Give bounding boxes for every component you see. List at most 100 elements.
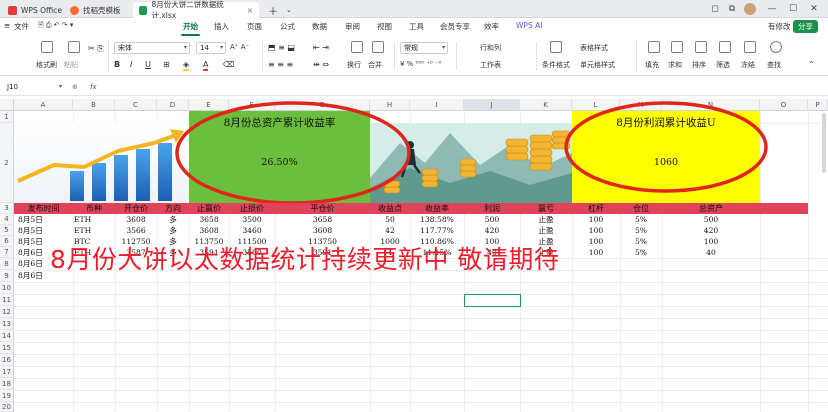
formula-zoom-icon[interactable]: ⊕ — [72, 83, 78, 91]
table-cell[interactable]: 8月5日 — [14, 214, 73, 225]
table-cell[interactable]: 40 — [662, 247, 760, 258]
table-cell[interactable]: 3566 — [115, 225, 157, 236]
hamburger-icon[interactable]: ≡ — [4, 21, 10, 30]
column-header[interactable]: B — [73, 99, 115, 111]
fx-button[interactable]: fx — [90, 83, 97, 91]
number-style-icons[interactable]: ¥ % ⁰⁰⁰ ⁺⁰ ⁻⁰ — [400, 60, 441, 68]
menu-insert[interactable]: 插入 — [214, 21, 229, 32]
table-cell[interactable]: 50 — [370, 214, 410, 225]
maximize-icon[interactable]: ☐ — [787, 3, 799, 15]
collapse-ribbon-icon[interactable]: ⌃ — [808, 60, 815, 69]
table-cell[interactable]: 100 — [662, 236, 760, 247]
fill-icon[interactable] — [648, 41, 660, 53]
menu-review[interactable]: 审阅 — [345, 21, 360, 32]
table-cell[interactable]: 3608 — [275, 225, 370, 236]
row-header[interactable]: 4 — [0, 214, 14, 225]
number-format-select[interactable]: 常规 — [400, 42, 448, 54]
row-header[interactable]: 19 — [0, 390, 14, 402]
fill-label[interactable]: 填充 — [645, 60, 659, 70]
selected-cell[interactable] — [464, 294, 521, 307]
table-cell[interactable]: 100 — [572, 214, 620, 225]
row-header[interactable]: 8 — [0, 258, 14, 270]
minimize-icon[interactable]: — — [766, 3, 778, 15]
select-all-corner[interactable] — [0, 99, 14, 111]
table-style-button[interactable]: 表格样式 — [580, 43, 608, 53]
close-tab-icon[interactable]: × — [247, 6, 253, 15]
border-icon[interactable]: ⊞ — [163, 60, 170, 69]
table-cell[interactable] — [572, 258, 620, 269]
table-cell[interactable]: 3608 — [189, 225, 229, 236]
tab-template[interactable]: 找稻壳模板 — [64, 2, 127, 18]
table-cell[interactable]: 42 — [370, 225, 410, 236]
row-header[interactable]: 20 — [0, 402, 14, 412]
table-cell[interactable]: 5% — [620, 236, 662, 247]
font-name-select[interactable]: 宋体 — [114, 42, 190, 54]
underline-button[interactable]: U — [145, 60, 151, 69]
menu-tools[interactable]: 工具 — [409, 21, 424, 32]
table-cell[interactable] — [572, 270, 620, 281]
cond-format-icon[interactable] — [550, 41, 562, 53]
row-header[interactable]: 7 — [0, 247, 14, 258]
tab-list-chevron-icon[interactable]: ⌄ — [280, 2, 298, 18]
filter-icon[interactable] — [719, 41, 731, 53]
avatar[interactable] — [744, 3, 756, 15]
font-size-select[interactable]: 14 — [196, 42, 226, 54]
table-cell[interactable] — [662, 270, 760, 281]
table-cell[interactable]: 3658 — [189, 214, 229, 225]
menu-efficiency[interactable]: 效率 — [484, 21, 499, 32]
tab-spreadsheet[interactable]: 8月份大饼二饼数据统计.xlsx × — [133, 0, 259, 20]
row-header[interactable]: 18 — [0, 378, 14, 390]
row-header[interactable]: 11 — [0, 294, 14, 306]
menu-home[interactable]: 开始 — [181, 21, 200, 36]
menu-data[interactable]: 数据 — [312, 21, 327, 32]
freeze-label[interactable]: 冻结 — [741, 60, 755, 70]
italic-button[interactable]: I — [130, 60, 132, 69]
table-cell[interactable] — [620, 270, 662, 281]
table-cell[interactable]: 500 — [464, 214, 520, 225]
menu-formula[interactable]: 公式 — [280, 21, 295, 32]
menu-file[interactable]: 文件 — [14, 21, 29, 32]
name-box[interactable]: J10 — [4, 82, 64, 94]
sum-label[interactable]: 求和 — [668, 60, 682, 70]
column-header[interactable]: A — [14, 99, 73, 111]
cut-copy-icons[interactable]: ✂ ⎘ — [88, 44, 104, 54]
row-header[interactable]: 3 — [0, 203, 14, 214]
table-cell[interactable]: 8月5日 — [14, 225, 73, 236]
menu-member[interactable]: 会员专享 — [440, 21, 470, 32]
menu-page[interactable]: 页面 — [247, 21, 262, 32]
row-header[interactable]: 16 — [0, 354, 14, 366]
formula-input[interactable] — [106, 81, 826, 95]
distributed-icons[interactable]: ⇹ ⇔ — [313, 60, 329, 69]
column-header[interactable]: J — [464, 99, 520, 111]
table-cell[interactable]: 多 — [157, 225, 189, 236]
row-header[interactable]: 17 — [0, 366, 14, 378]
table-cell[interactable]: 420 — [464, 225, 520, 236]
menu-view[interactable]: 视图 — [377, 21, 392, 32]
sort-label[interactable]: 排序 — [692, 60, 706, 70]
table-cell[interactable]: 止盈 — [520, 225, 572, 236]
table-cell[interactable]: 多 — [157, 214, 189, 225]
cell-style-button[interactable]: 单元格样式 — [580, 60, 615, 70]
table-cell[interactable]: ETH — [73, 225, 115, 236]
table-cell[interactable]: 3460 — [229, 225, 275, 236]
sum-icon[interactable] — [671, 41, 683, 53]
wps-ai-button[interactable]: WPS AI — [516, 21, 542, 30]
table-cell[interactable]: 3608 — [115, 214, 157, 225]
table-cell[interactable]: 100 — [572, 225, 620, 236]
format-painter-icon[interactable] — [41, 41, 53, 53]
rows-cols-button[interactable]: 行和列 — [480, 43, 501, 53]
find-label[interactable]: 查找 — [767, 60, 781, 70]
vertical-scrollbar[interactable] — [822, 113, 826, 173]
font-color-icon[interactable]: A — [203, 60, 209, 71]
table-cell[interactable]: 138.58% — [410, 214, 464, 225]
table-cell[interactable] — [662, 258, 760, 269]
table-cell[interactable]: 止盈 — [520, 214, 572, 225]
find-icon[interactable] — [770, 41, 782, 53]
font-grow-shrink-icons[interactable]: A⁺ A⁻ — [230, 43, 249, 51]
fill-color-icon[interactable]: ◈ — [183, 60, 190, 71]
table-cell[interactable] — [620, 258, 662, 269]
table-cell[interactable]: 5% — [620, 214, 662, 225]
row-header[interactable]: 14 — [0, 330, 14, 342]
close-window-icon[interactable]: ✕ — [808, 3, 820, 15]
clear-format-icon[interactable]: ⌫ — [223, 60, 234, 69]
